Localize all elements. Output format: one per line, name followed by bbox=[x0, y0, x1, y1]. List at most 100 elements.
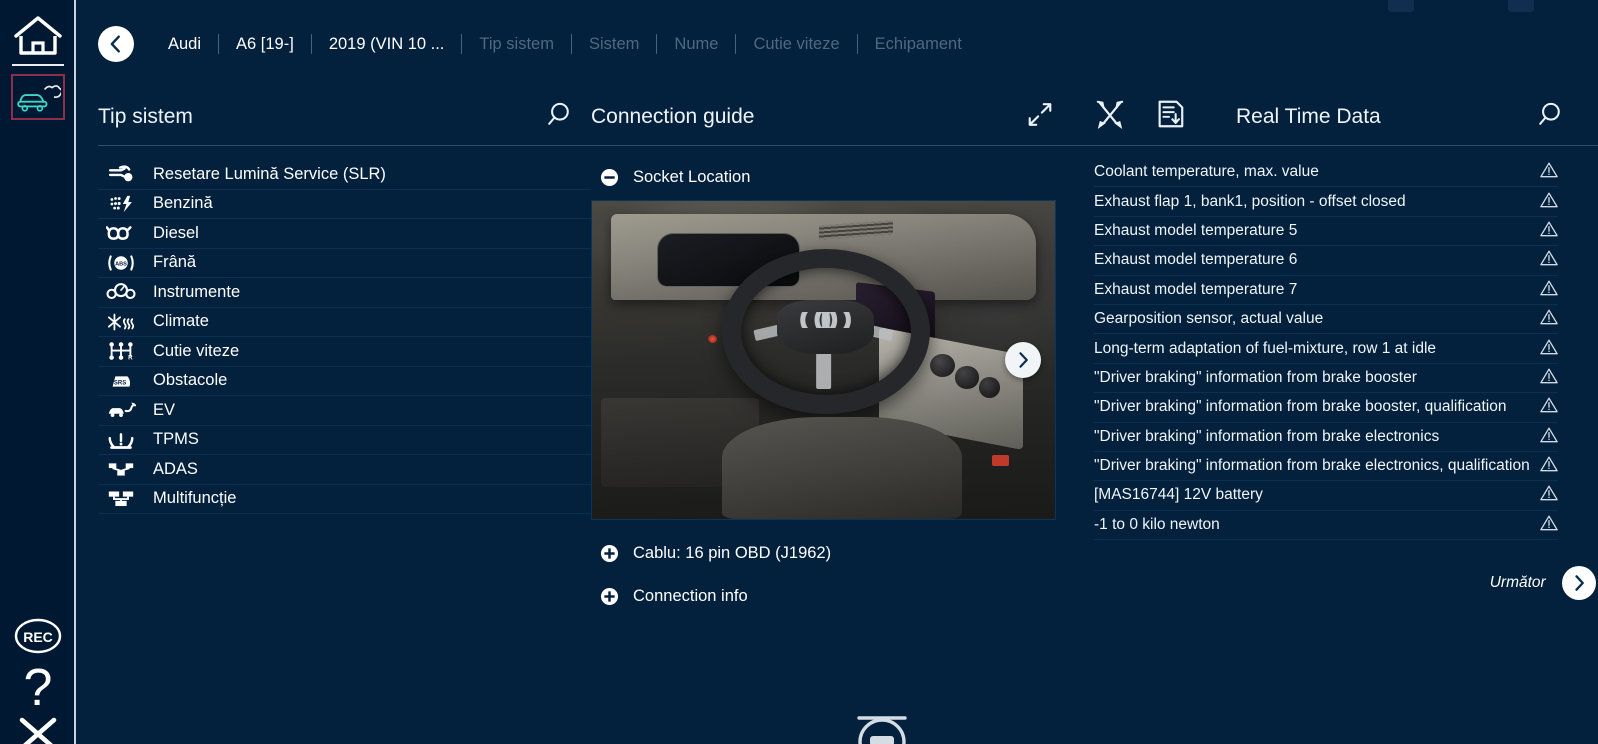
table-row[interactable]: Gearposition sensor, actual value bbox=[1094, 305, 1558, 335]
connection-guide-header: Connection guide bbox=[591, 88, 1076, 146]
table-row[interactable]: Exhaust model temperature 6 bbox=[1094, 246, 1558, 276]
warning-triangle-icon[interactable] bbox=[1539, 308, 1558, 330]
real-time-data-title: Real Time Data bbox=[1236, 104, 1381, 128]
warning-triangle-icon[interactable] bbox=[1539, 191, 1558, 213]
real-time-data-header: Real Time Data bbox=[1076, 88, 1598, 146]
sidebar-item-label: TPMS bbox=[153, 430, 199, 449]
save-list-icon[interactable] bbox=[1154, 98, 1186, 135]
breadcrumb-item-gearbox[interactable]: Cutie viteze bbox=[735, 34, 856, 54]
system-type-panel: Tip sistem Resetare Lumină Service (SLR)… bbox=[98, 88, 591, 606]
tools-wrench-screwdriver-icon[interactable] bbox=[1094, 98, 1126, 135]
car-exhaust-icon[interactable] bbox=[11, 74, 65, 120]
breadcrumb-item-equipment[interactable]: Echipament bbox=[856, 34, 979, 54]
breadcrumb-item-make[interactable]: Audi bbox=[156, 34, 218, 54]
warning-triangle-icon[interactable] bbox=[1539, 220, 1558, 242]
table-row[interactable]: Exhaust flap 1, bank1, position - offset… bbox=[1094, 187, 1558, 217]
table-row[interactable]: [MAS16744] 12V battery bbox=[1094, 481, 1558, 511]
accordion-label: Socket Location bbox=[633, 168, 751, 186]
table-row[interactable]: "Driver braking" information from brake … bbox=[1094, 393, 1558, 423]
connection-photo[interactable] bbox=[591, 200, 1056, 520]
sidebar-item-multifunction[interactable]: Multifuncție bbox=[98, 485, 591, 514]
system-type-header: Tip sistem bbox=[98, 88, 591, 146]
help-icon[interactable]: ? bbox=[24, 662, 53, 714]
sidebar-item-diesel[interactable]: Diesel bbox=[98, 219, 591, 249]
climate-icon bbox=[98, 311, 144, 333]
sidebar-item-label: Instrumente bbox=[153, 282, 241, 301]
search-icon[interactable] bbox=[1536, 100, 1564, 133]
rtd-parameter-label: "Driver braking" information from brake … bbox=[1094, 368, 1417, 386]
accordion-connection-info[interactable]: Connection info bbox=[591, 587, 1076, 606]
breadcrumb-item-system-type[interactable]: Tip sistem bbox=[461, 34, 571, 54]
warning-triangle-icon[interactable] bbox=[1539, 514, 1558, 536]
search-icon[interactable] bbox=[545, 100, 573, 133]
petrol-engine-icon bbox=[98, 194, 144, 214]
content-columns: Tip sistem Resetare Lumină Service (SLR)… bbox=[76, 88, 1598, 606]
chevron-left-icon bbox=[110, 35, 120, 53]
abs-brake-icon: ABS bbox=[98, 252, 144, 274]
table-row[interactable]: -1 to 0 kilo newton bbox=[1094, 511, 1558, 541]
car-interior-photo bbox=[592, 201, 1055, 519]
warning-triangle-icon[interactable] bbox=[1539, 367, 1558, 389]
breadcrumb-item-system[interactable]: Sistem bbox=[570, 34, 656, 54]
table-row[interactable]: Exhaust model temperature 5 bbox=[1094, 217, 1558, 247]
rtd-parameter-label: Exhaust model temperature 7 bbox=[1094, 280, 1298, 298]
system-type-title: Tip sistem bbox=[98, 104, 193, 128]
table-row[interactable]: Exhaust model temperature 7 bbox=[1094, 276, 1558, 305]
sidebar-item-petrol[interactable]: Benzină bbox=[98, 190, 591, 219]
warning-triangle-icon[interactable] bbox=[1539, 161, 1558, 183]
warning-triangle-icon[interactable] bbox=[1539, 484, 1558, 506]
warning-triangle-icon[interactable] bbox=[1539, 338, 1558, 360]
multifunction-icon bbox=[98, 488, 144, 510]
sidebar-item-adas[interactable]: ADAS bbox=[98, 455, 591, 485]
table-row[interactable]: "Driver braking" information from brake … bbox=[1094, 423, 1558, 452]
wrench-icon bbox=[98, 164, 144, 184]
table-row[interactable]: "Driver braking" information from brake … bbox=[1094, 452, 1558, 482]
home-icon[interactable] bbox=[12, 14, 64, 60]
sidebar-item-slr[interactable]: Resetare Lumină Service (SLR) bbox=[98, 160, 591, 190]
warning-triangle-icon[interactable] bbox=[1539, 426, 1558, 448]
sidebar-item-label: Climate bbox=[153, 312, 209, 331]
instrument-cluster-icon bbox=[98, 281, 144, 303]
breadcrumb-list: Audi A6 [19-] 2019 (VIN 10 ... Tip siste… bbox=[156, 34, 979, 54]
breadcrumb-item-year-vin[interactable]: 2019 (VIN 10 ... bbox=[310, 34, 462, 54]
real-time-data-panel: Real Time Data Coolant temperature, max.… bbox=[1076, 88, 1598, 606]
rtd-parameter-label: Coolant temperature, max. value bbox=[1094, 163, 1319, 181]
warning-triangle-icon[interactable] bbox=[1539, 455, 1558, 477]
next-button[interactable] bbox=[1561, 566, 1596, 601]
accordion-socket-location[interactable]: Socket Location bbox=[591, 168, 1076, 187]
sidebar-item-ev[interactable]: EV bbox=[98, 396, 591, 426]
sidebar-item-brake[interactable]: ABS Frână bbox=[98, 249, 591, 278]
table-row[interactable]: Coolant temperature, max. value bbox=[1094, 158, 1558, 188]
expand-fullscreen-icon[interactable] bbox=[1026, 100, 1054, 133]
plus-circle-icon bbox=[600, 544, 619, 563]
sidebar-item-obstacles[interactable]: SRS Obstacole bbox=[98, 367, 591, 396]
pagination-footer: Următor bbox=[1076, 566, 1598, 601]
warning-triangle-icon[interactable] bbox=[1539, 249, 1558, 271]
photo-next-button[interactable] bbox=[1005, 342, 1041, 378]
rtd-parameter-label: [MAS16744] 12V battery bbox=[1094, 486, 1263, 504]
sidebar-item-tpms[interactable]: TPMS bbox=[98, 426, 591, 455]
real-time-data-list: Coolant temperature, max. value Exhaust … bbox=[1076, 146, 1598, 541]
svg-text:SRS: SRS bbox=[114, 380, 126, 386]
sidebar-item-label: Multifuncție bbox=[153, 489, 237, 508]
sidebar-item-climate[interactable]: Climate bbox=[98, 308, 591, 337]
table-row[interactable]: Long-term adaptation of fuel-mixture, ro… bbox=[1094, 334, 1558, 364]
breadcrumb-item-name[interactable]: Nume bbox=[656, 34, 735, 54]
rec-button[interactable]: REC bbox=[13, 616, 63, 656]
sidebar-item-label: Resetare Lumină Service (SLR) bbox=[153, 164, 386, 183]
vehicle-circle-icon[interactable] bbox=[851, 704, 913, 744]
warning-triangle-icon[interactable] bbox=[1539, 396, 1558, 418]
sidebar-item-label: EV bbox=[153, 400, 176, 419]
breadcrumb-item-model[interactable]: A6 [19-] bbox=[218, 34, 311, 54]
sidebar-item-gearbox[interactable]: R Cutie viteze bbox=[98, 337, 591, 367]
top-cut-strip bbox=[76, 0, 1598, 14]
sidebar-item-instruments[interactable]: Instrumente bbox=[98, 278, 591, 308]
rtd-parameter-label: -1 to 0 kilo newton bbox=[1094, 515, 1220, 533]
accordion-cable[interactable]: Cablu: 16 pin OBD (J1962) bbox=[591, 544, 1076, 563]
back-button[interactable] bbox=[98, 26, 134, 62]
next-label: Următor bbox=[1489, 574, 1546, 592]
table-row[interactable]: "Driver braking" information from brake … bbox=[1094, 364, 1558, 394]
warning-triangle-icon[interactable] bbox=[1539, 279, 1558, 301]
close-x-icon[interactable] bbox=[16, 716, 60, 744]
sidebar-item-label: Benzină bbox=[153, 194, 213, 213]
